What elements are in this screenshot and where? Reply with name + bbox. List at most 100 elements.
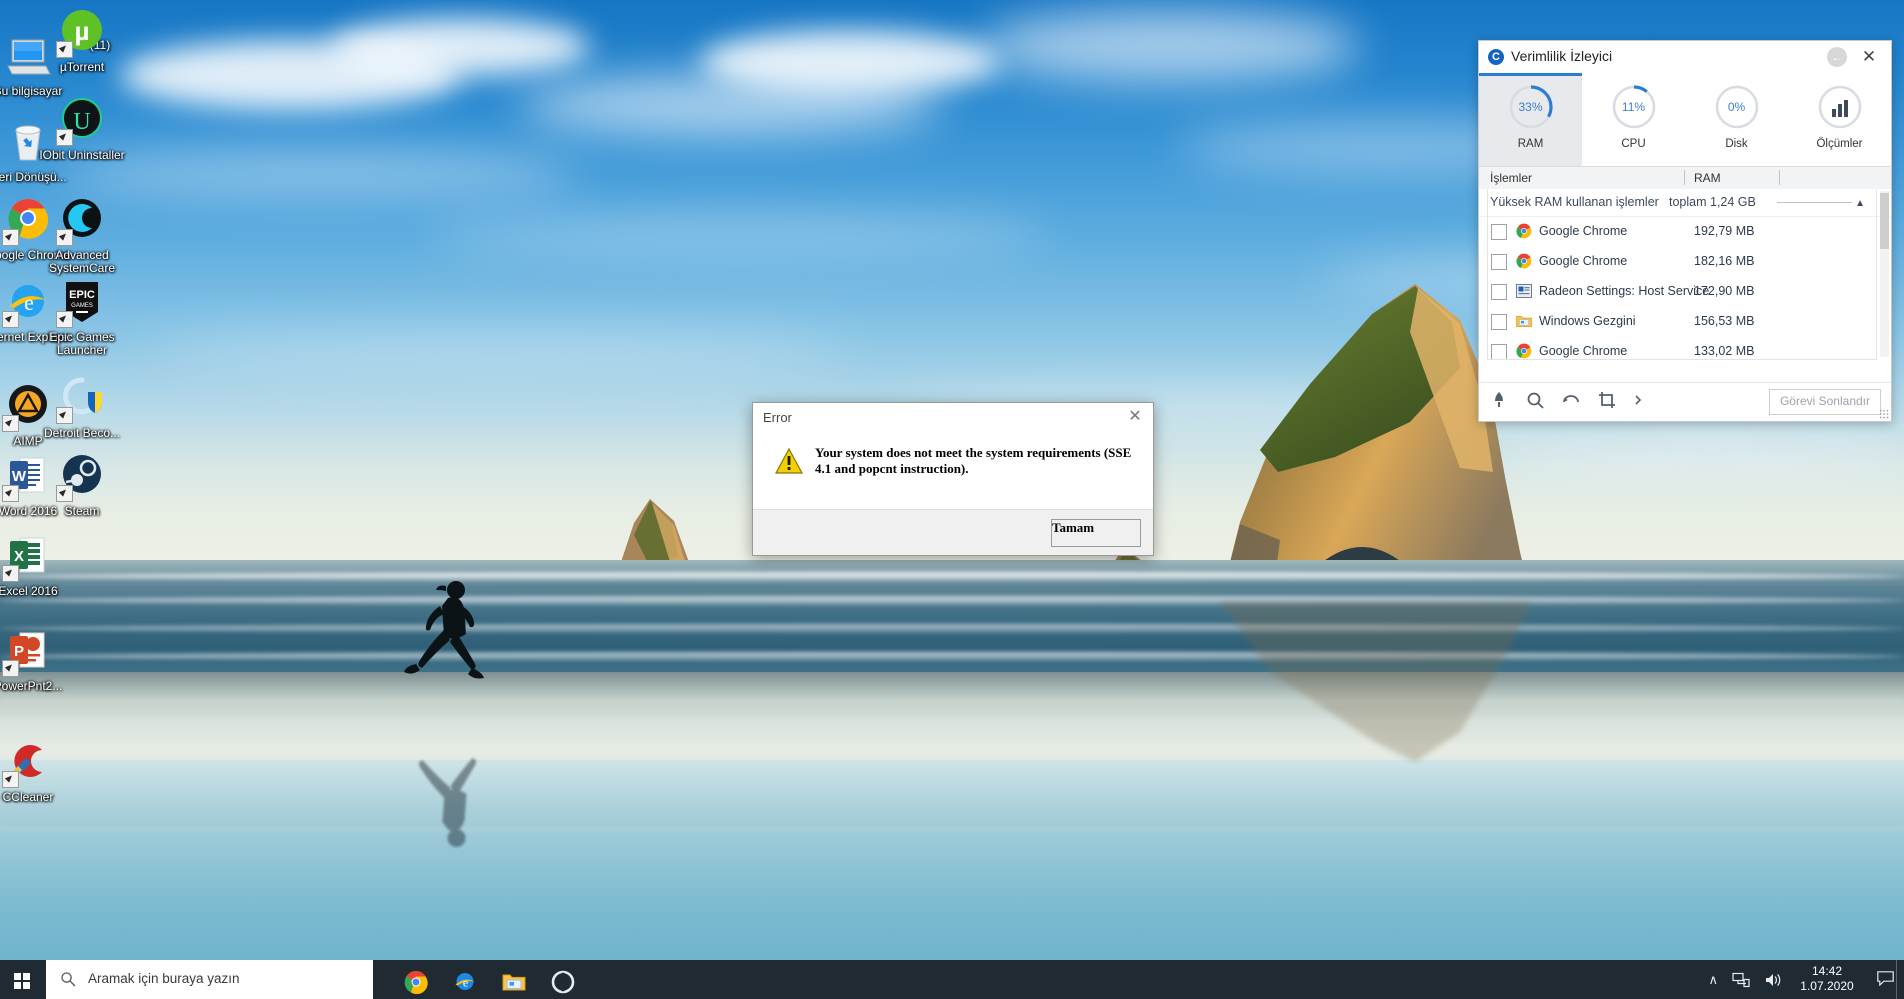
taskbar-item-chrome[interactable] xyxy=(392,960,440,999)
ok-button[interactable]: Tamam xyxy=(1051,519,1141,547)
radeon-settings-icon xyxy=(1516,283,1532,299)
warning-triangle-icon xyxy=(774,447,804,474)
more-icon[interactable] xyxy=(1633,390,1643,410)
svg-text:P: P xyxy=(14,643,24,660)
shortcut-arrow-icon xyxy=(56,311,73,328)
search-icon[interactable] xyxy=(1525,390,1545,410)
clock-date: 1.07.2020 xyxy=(1800,979,1854,993)
performance-monitor-panel: C Verimlilik İzleyici ← ✕ 33% RAM 11% CP… xyxy=(1478,40,1892,422)
runner-reflection xyxy=(398,740,493,850)
svg-text:W: W xyxy=(12,468,27,485)
gauge-tab-measurements[interactable]: Ölçümler xyxy=(1788,73,1891,166)
show-desktop-button[interactable] xyxy=(1896,960,1904,999)
resize-grip[interactable] xyxy=(1879,409,1889,419)
end-task-button[interactable]: Görevi Sonlandır xyxy=(1768,389,1881,415)
runner-silhouette xyxy=(400,578,490,688)
process-checkbox[interactable] xyxy=(1491,284,1507,300)
search-placeholder: Aramak için buraya yazın xyxy=(88,971,240,986)
tray-chevron-icon[interactable]: ∧ xyxy=(1708,972,1718,988)
process-ram: 182,16 MB xyxy=(1694,254,1755,268)
error-dialog-titlebar: Error ✕ xyxy=(753,403,1153,433)
start-button[interactable] xyxy=(0,960,46,999)
process-name: Google Chrome xyxy=(1539,224,1628,238)
svg-text:EPIC: EPIC xyxy=(69,289,95,301)
taskbar-item-file-explorer[interactable] xyxy=(490,960,538,999)
desktop-icon-epic-games-launcher[interactable]: EPIC GAMES Epic Games Launcher xyxy=(34,278,130,357)
gauge-tab-disk[interactable]: 0% Disk xyxy=(1685,73,1788,166)
process-checkbox[interactable] xyxy=(1491,254,1507,270)
error-dialog-close-icon[interactable]: ✕ xyxy=(1117,403,1153,431)
desktop-icon-label: Epic Games Launcher xyxy=(49,330,115,357)
close-icon[interactable]: ✕ xyxy=(1857,45,1881,69)
group-total: toplam 1,24 GB xyxy=(1669,195,1756,209)
process-table-header: İşlemler RAM xyxy=(1479,166,1891,191)
cloud xyxy=(330,18,590,76)
desktop-icon-label: CCleaner xyxy=(2,790,54,804)
disk-ring-gauge: 0% xyxy=(1713,83,1761,131)
process-row[interactable]: Google Chrome 182,16 MB xyxy=(1479,247,1891,277)
collapse-caret-icon[interactable]: ▲ xyxy=(1855,198,1865,209)
desktop-icon-iobit-uninstaller[interactable]: U IObit Uninstaller xyxy=(34,96,130,162)
process-row[interactable]: Google Chrome 192,79 MB xyxy=(1479,217,1891,247)
boost-icon[interactable] xyxy=(1489,390,1509,410)
search-input[interactable]: Aramak için buraya yazın xyxy=(46,960,373,999)
shortcut-arrow-icon xyxy=(56,229,73,246)
undo-icon[interactable] xyxy=(1561,390,1581,410)
process-name: Google Chrome xyxy=(1539,254,1628,268)
desktop-icon-utorrent[interactable]: µ µTorrent xyxy=(34,8,130,74)
network-icon[interactable] xyxy=(1732,972,1750,991)
desktop-icon-detroit-become-human[interactable]: Detroit Beco... xyxy=(34,374,130,440)
desktop-icon-ccleaner[interactable]: CCleaner xyxy=(0,738,76,804)
desktop-icon-advanced-systemcare[interactable]: Advanced SystemCare xyxy=(34,196,130,275)
taskbar-item-internet-explorer[interactable]: e xyxy=(441,960,489,999)
file-explorer-icon xyxy=(1516,313,1532,329)
process-row[interactable]: Windows Gezgini 156,53 MB xyxy=(1479,307,1891,337)
svg-text:e: e xyxy=(24,290,34,315)
desktop-icon-label: Geri Dönüşü... xyxy=(0,170,67,184)
gauge-label-cpu: CPU xyxy=(1621,138,1646,150)
process-ram: 156,53 MB xyxy=(1694,314,1755,328)
shortcut-arrow-icon xyxy=(56,407,73,424)
back-arrow-icon[interactable]: ← xyxy=(1827,47,1847,67)
volume-icon[interactable] xyxy=(1764,972,1782,991)
gauge-tab-ram[interactable]: 33% RAM xyxy=(1479,73,1582,166)
desktop-icon-powerpoint-2016[interactable]: P PowerPnt2... xyxy=(0,627,76,693)
cloud xyxy=(60,150,580,196)
chrome-icon xyxy=(1516,223,1532,239)
column-header-processes[interactable]: İşlemler xyxy=(1490,171,1532,185)
process-group-header[interactable]: Yüksek RAM kullanan işlemler toplam 1,24… xyxy=(1479,189,1891,217)
process-row[interactable]: Radeon Settings: Host Service 172,90 MB xyxy=(1479,277,1891,307)
process-row[interactable]: Google Chrome 133,02 MB xyxy=(1479,337,1891,359)
crop-icon[interactable] xyxy=(1597,390,1617,410)
desktop-icon-label: Detroit Beco... xyxy=(43,426,121,440)
gauge-tab-cpu[interactable]: 11% CPU xyxy=(1582,73,1685,166)
taskbar-item-opera[interactable] xyxy=(539,960,587,999)
desktop-icon-excel-2016[interactable]: X Excel 2016 xyxy=(0,532,76,598)
shortcut-arrow-icon xyxy=(56,129,73,146)
shimmer-line xyxy=(0,700,1904,703)
desktop-icon-steam[interactable]: Steam xyxy=(34,452,130,518)
process-checkbox[interactable] xyxy=(1491,344,1507,359)
perf-gauge-row: 33% RAM 11% CPU 0% Disk Ölçümler xyxy=(1479,73,1891,166)
process-checkbox[interactable] xyxy=(1491,314,1507,330)
cloud xyxy=(1500,430,1904,476)
process-list[interactable]: Yüksek RAM kullanan işlemler toplam 1,24… xyxy=(1479,189,1891,359)
process-name: Google Chrome xyxy=(1539,344,1628,358)
process-list-scrollbar-thumb[interactable] xyxy=(1880,193,1889,249)
file-explorer-icon xyxy=(502,970,526,994)
error-dialog-message: Your system does not meet the system req… xyxy=(815,445,1132,476)
clock[interactable]: 14:42 1.07.2020 xyxy=(1796,964,1858,994)
perf-panel-toolbar: Görevi Sonlandır xyxy=(1479,382,1891,421)
process-checkbox[interactable] xyxy=(1491,224,1507,240)
error-dialog-title: Error xyxy=(763,410,792,425)
error-dialog: Error ✕ Your system does not meet the sy… xyxy=(752,402,1154,556)
chrome-icon xyxy=(1516,343,1532,359)
desktop-icon-label: Steam xyxy=(64,504,100,518)
chrome-icon xyxy=(1516,253,1532,269)
column-header-ram[interactable]: RAM xyxy=(1694,171,1721,185)
action-center-icon[interactable] xyxy=(1877,971,1894,987)
chrome-icon xyxy=(404,970,428,995)
shortcut-arrow-icon xyxy=(2,660,19,677)
shortcut-arrow-icon xyxy=(56,485,73,502)
gauge-label-disk: Disk xyxy=(1725,138,1748,150)
